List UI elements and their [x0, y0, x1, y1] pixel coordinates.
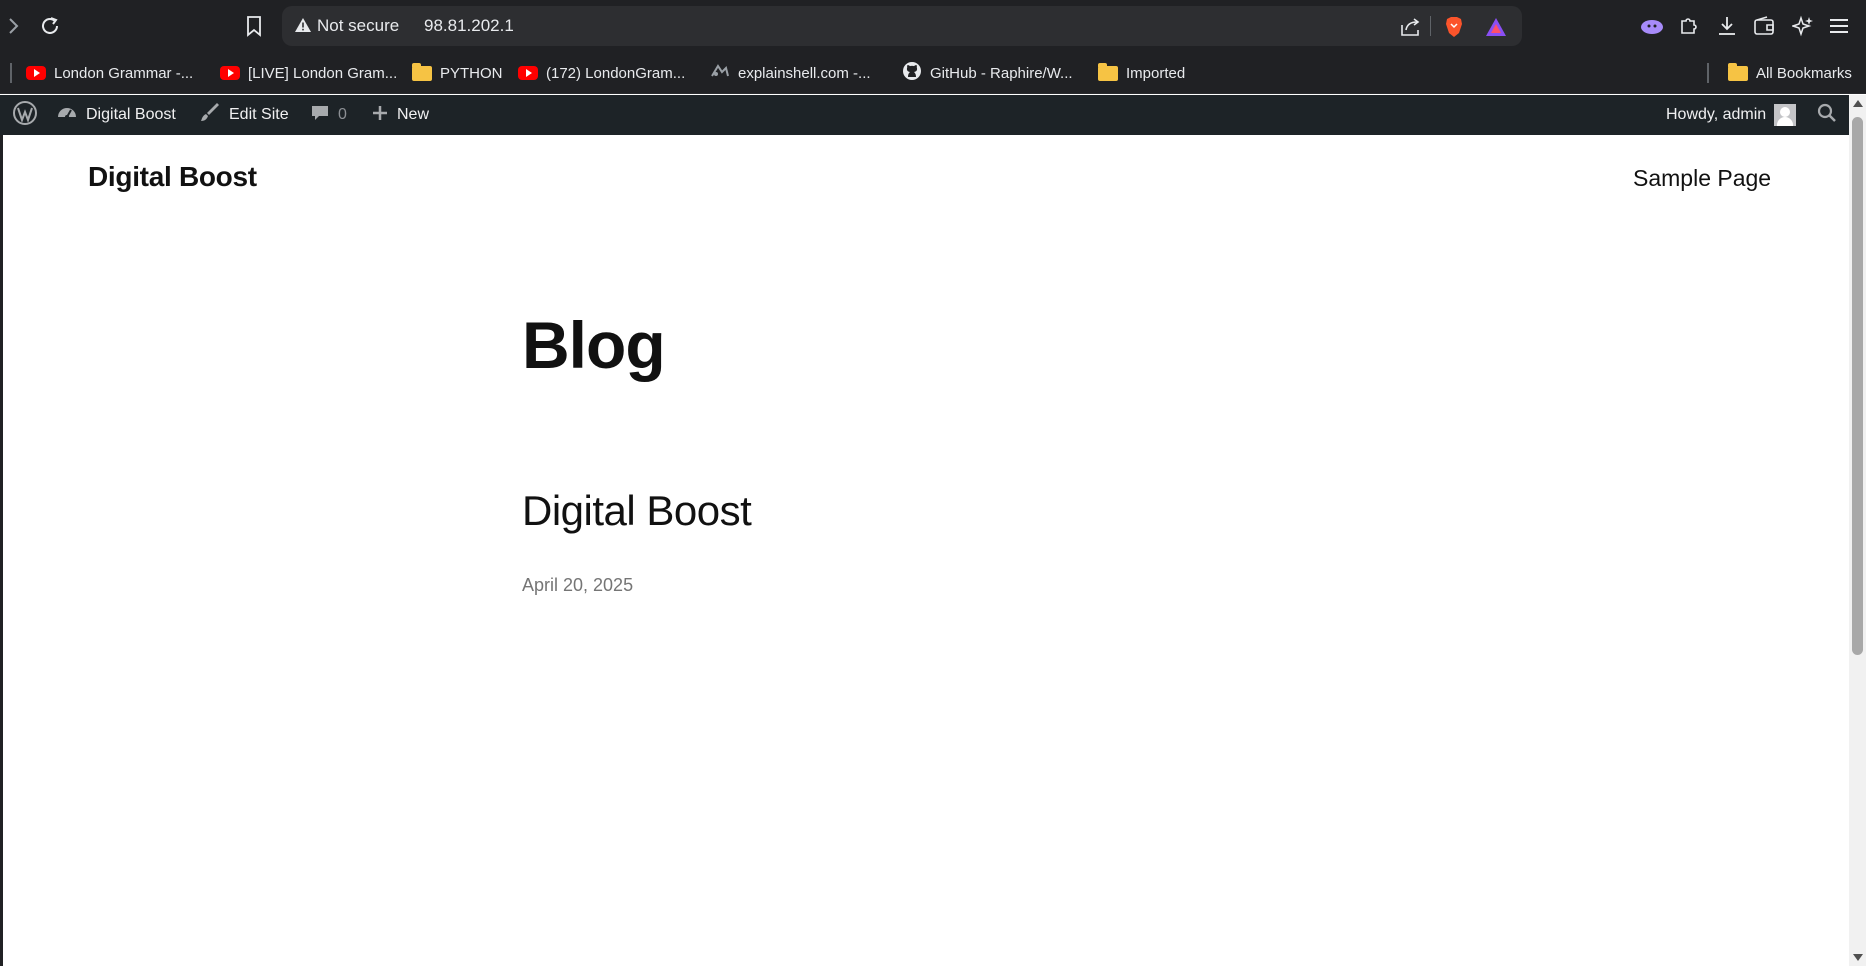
- share-icon[interactable]: [1398, 15, 1422, 39]
- leo-ai-icon[interactable]: [1638, 12, 1666, 40]
- edit-site-label: Edit Site: [229, 106, 289, 123]
- wordpress-icon: [12, 100, 38, 131]
- warning-icon[interactable]: [294, 17, 312, 38]
- download-icon[interactable]: [1713, 12, 1741, 40]
- site-title[interactable]: Digital Boost: [88, 161, 257, 193]
- bookmarks-separator: [1707, 63, 1709, 83]
- github-icon: [902, 61, 922, 85]
- post-title[interactable]: Digital Boost: [522, 487, 752, 535]
- explainshell-icon: [710, 62, 730, 84]
- youtube-icon: [518, 66, 538, 80]
- sparkle-icon[interactable]: [1789, 12, 1817, 40]
- wp-admin-bar: Digital Boost Edit Site 0 New Howdy, adm…: [0, 95, 1866, 135]
- bookmark-label: London Grammar -...: [54, 64, 194, 82]
- comments-count: 0: [338, 106, 347, 123]
- bookmark-label: [LIVE] London Gram...: [248, 64, 398, 82]
- site-name-link[interactable]: Digital Boost: [56, 95, 176, 135]
- all-bookmarks-button[interactable]: All Bookmarks: [1728, 52, 1852, 94]
- bookmark-label: PYTHON: [440, 64, 503, 82]
- brush-icon: [199, 102, 221, 128]
- vertical-scrollbar[interactable]: [1849, 95, 1866, 966]
- new-label: New: [397, 106, 430, 123]
- bookmark-item[interactable]: PYTHON: [412, 52, 503, 94]
- page-content: Digital Boost Sample Page Blog Digital B…: [3, 135, 1849, 966]
- bookmark-item[interactable]: GitHub - Raphire/W...: [902, 52, 1073, 94]
- bookmark-label: Imported: [1126, 64, 1186, 82]
- post-date: April 20, 2025: [522, 575, 634, 595]
- folder-icon: [1728, 62, 1748, 81]
- bookmark-item[interactable]: explainshell.com -...: [710, 52, 871, 94]
- youtube-icon: [220, 66, 240, 80]
- youtube-icon: [26, 66, 46, 80]
- nav-sample-page[interactable]: Sample Page: [1633, 165, 1771, 192]
- site-name-label: Digital Boost: [86, 106, 176, 123]
- howdy-label: Howdy, admin: [1666, 106, 1767, 123]
- bookmarks-separator: [10, 63, 12, 83]
- new-content-link[interactable]: New: [371, 95, 429, 135]
- bookmark-page-icon[interactable]: [240, 12, 268, 40]
- brave-rewards-icon[interactable]: [1484, 15, 1508, 39]
- wp-logo-button[interactable]: [12, 95, 38, 135]
- address-separator: [1430, 16, 1431, 36]
- menu-icon[interactable]: [1825, 12, 1853, 40]
- scroll-up-icon[interactable]: [1853, 100, 1863, 107]
- address-bar[interactable]: Not secure 98.81.202.1: [282, 6, 1522, 46]
- bookmark-label: GitHub - Raphire/W...: [930, 64, 1073, 82]
- folder-icon: [412, 62, 432, 81]
- bookmark-item[interactable]: (172) LondonGram...: [518, 52, 685, 94]
- scroll-down-icon[interactable]: [1853, 954, 1863, 961]
- bookmarks-bar: London Grammar -... [LIVE] London Gram..…: [0, 52, 1866, 94]
- bookmark-item[interactable]: London Grammar -...: [26, 52, 193, 94]
- bookmark-label: (172) LondonGram...: [546, 64, 686, 82]
- scroll-thumb[interactable]: [1852, 117, 1863, 655]
- dashboard-icon: [56, 103, 78, 128]
- all-bookmarks-label: All Bookmarks: [1756, 64, 1852, 82]
- page-title: Blog: [522, 308, 666, 382]
- extensions-icon[interactable]: [1675, 12, 1703, 40]
- plus-icon: [371, 104, 389, 127]
- reload-icon[interactable]: [36, 12, 64, 40]
- forward-icon[interactable]: [0, 12, 28, 40]
- avatar: [1774, 104, 1797, 126]
- wallet-icon[interactable]: [1750, 12, 1778, 40]
- search-icon: [1817, 103, 1837, 128]
- brave-shield-icon[interactable]: [1442, 15, 1466, 39]
- my-account-link[interactable]: Howdy, admin: [1666, 95, 1797, 135]
- security-label[interactable]: Not secure: [317, 16, 399, 36]
- bookmark-item[interactable]: Imported: [1098, 52, 1185, 94]
- url-text[interactable]: 98.81.202.1: [424, 16, 514, 36]
- search-button[interactable]: [1817, 95, 1837, 135]
- comments-link[interactable]: 0: [310, 95, 347, 135]
- bookmark-item[interactable]: [LIVE] London Gram...: [220, 52, 397, 94]
- folder-icon: [1098, 62, 1118, 81]
- bookmark-label: explainshell.com -...: [738, 64, 871, 82]
- browser-toolbar: Not secure 98.81.202.1: [0, 0, 1866, 52]
- comment-icon: [310, 103, 330, 128]
- edit-site-link[interactable]: Edit Site: [199, 95, 289, 135]
